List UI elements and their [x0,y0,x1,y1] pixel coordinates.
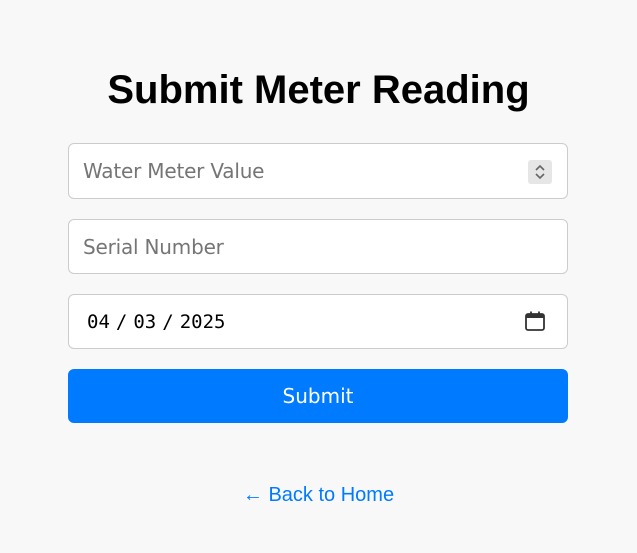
date-day[interactable]: 03 [133,311,156,333]
calendar-icon[interactable] [523,309,547,333]
back-to-home-link[interactable]: ← Back to Home [0,482,637,508]
date-separator: / [162,310,174,333]
date-separator: / [115,310,128,333]
page: Submit Meter Reading Water Meter Value S… [0,0,637,553]
water-meter-input[interactable]: Water Meter Value [68,143,568,199]
water-meter-placeholder: Water Meter Value [83,159,265,183]
date-year[interactable]: 2025 [180,311,226,333]
date-month[interactable]: 04 [87,311,110,333]
date-value: 04/03/2025 [83,311,225,333]
date-input[interactable]: 04/03/2025 [68,294,568,349]
meter-reading-form: Water Meter Value Serial Number 04/03/20… [68,143,568,423]
serial-number-placeholder: Serial Number [83,234,224,259]
stepper-arrows-icon[interactable] [528,160,552,184]
page-title: Submit Meter Reading [107,68,530,112]
serial-number-input[interactable]: Serial Number [68,219,568,274]
submit-button[interactable]: Submit [68,369,568,423]
